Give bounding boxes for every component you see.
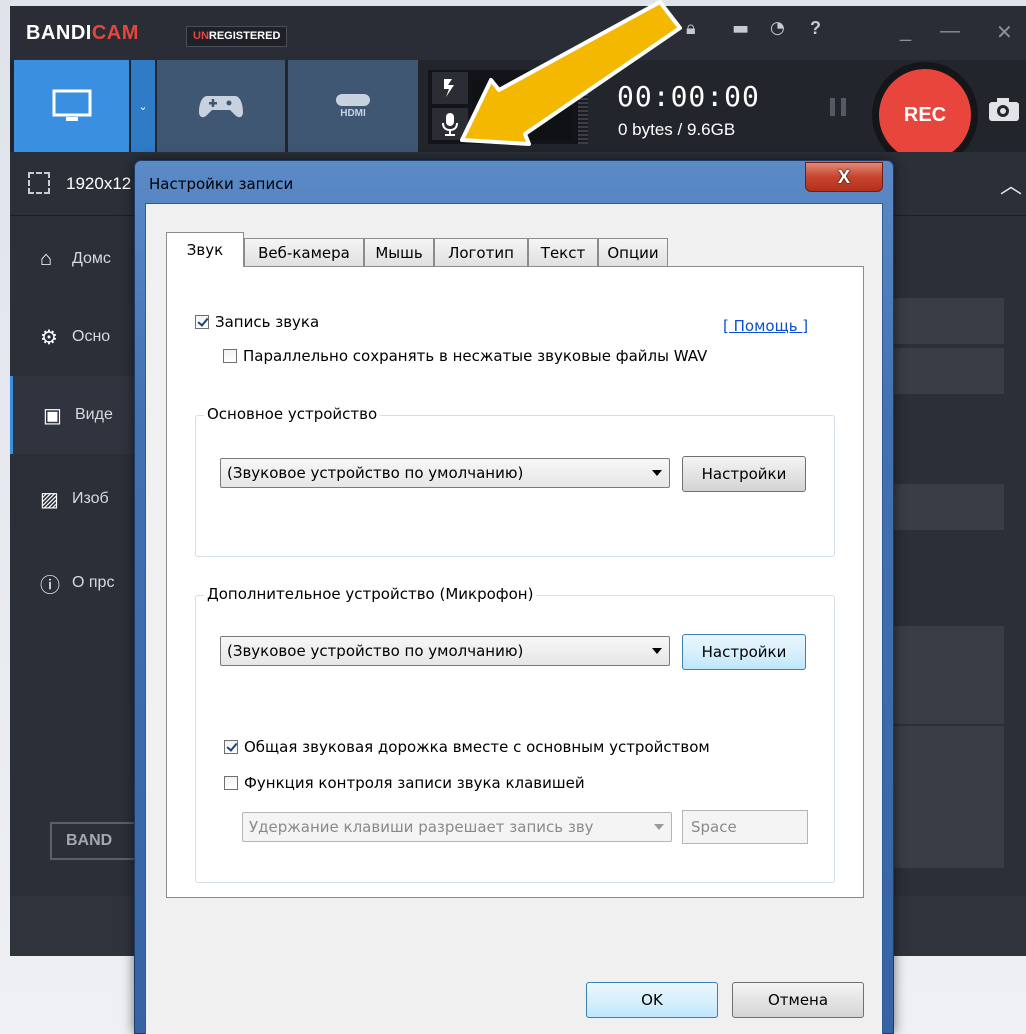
screen-mode-button[interactable] <box>14 60 129 152</box>
checkbox-unchecked-icon <box>223 349 237 363</box>
cancel-button[interactable]: Отмена <box>732 982 864 1018</box>
tab-sound[interactable]: Звук <box>166 232 244 267</box>
microphone-device-button[interactable] <box>432 108 468 140</box>
speaker-icon <box>444 79 454 97</box>
microphone-icon <box>442 113 458 136</box>
screenshot-root: BANDICAM UNREGISTERED 🔒︎ ▬ ◔ ? _ — ✕ ⌄ H… <box>0 0 1026 1034</box>
app-logo: BANDICAM <box>26 22 139 44</box>
lock-icon[interactable]: 🔒︎ <box>686 18 696 39</box>
content-row <box>892 822 1004 868</box>
hotkey-field[interactable]: Space <box>682 810 808 844</box>
hotkey-mode-select[interactable]: Удержание клавиши разрешает запись зву <box>242 812 672 842</box>
screenshot-camera-icon <box>989 98 1019 121</box>
clock-icon[interactable]: ◔ <box>770 18 785 38</box>
info-icon: ⓘ <box>40 574 60 597</box>
resolution-text: 1920x12 <box>66 174 132 193</box>
sidebar-item-label: Изоб <box>72 490 109 507</box>
sidebar-item-image[interactable]: ▨ Изоб <box>10 460 145 538</box>
folder-icon[interactable]: ▬ <box>732 18 749 39</box>
title-bar: BANDICAM UNREGISTERED 🔒︎ ▬ ◔ ? _ — ✕ <box>10 6 1026 60</box>
select-value: Удержание клавиши разрешает запись зву <box>249 818 594 836</box>
sound-tab-panel: Запись звука [ Помощь ] Параллельно сохр… <box>166 266 864 898</box>
record-sound-checkbox[interactable]: Запись звука <box>195 313 319 331</box>
dropdown-arrow-icon <box>654 824 664 830</box>
sidebar-item-video[interactable]: ▣ Виде <box>10 376 145 454</box>
pause-button[interactable] <box>830 98 846 116</box>
checkbox-label: Запись звука <box>215 313 320 331</box>
primary-device-select[interactable]: (Звуковое устройство по умолчанию) <box>220 458 670 488</box>
chevron-down-icon[interactable]: ⌄ <box>131 60 155 152</box>
dialog-close-button[interactable]: X <box>805 162 883 192</box>
primary-device-settings-button[interactable]: Настройки <box>682 456 806 492</box>
chevron-up-icon[interactable]: ︿ <box>1000 168 1022 200</box>
checkbox-checked-icon <box>195 315 209 329</box>
content-row <box>892 298 1004 344</box>
dropdown-arrow-icon <box>652 648 662 654</box>
sidebar-item-label: Осно <box>72 328 111 345</box>
checkbox-checked-icon <box>224 740 238 754</box>
content-row <box>892 626 1004 724</box>
tab-logo[interactable]: Логотип <box>434 238 528 266</box>
checkbox-label: Функция контроля записи звука клавишей <box>244 774 585 792</box>
record-settings-dialog: Настройки записи X Звук Веб-камера Мышь … <box>134 160 894 1034</box>
checkbox-label: Параллельно сохранять в несжатые звуковы… <box>243 347 708 365</box>
record-size: 0 bytes / 9.6GB <box>618 120 736 139</box>
mix-track-checkbox[interactable]: Общая звуковая дорожка вместе с основным… <box>224 738 710 756</box>
video-settings-icon: ▣ <box>43 404 62 427</box>
secondary-device-group: Дополнительное устройство (Микрофон) (Зв… <box>195 585 835 883</box>
sidebar-item-home[interactable]: ⌂ Домс <box>10 220 145 298</box>
secondary-device-legend: Дополнительное устройство (Микрофон) <box>204 585 537 603</box>
checkbox-unchecked-icon <box>224 776 238 790</box>
tab-webcam[interactable]: Веб-камера <box>244 238 364 266</box>
primary-device-group: Основное устройство (Звуковое устройство… <box>195 405 835 557</box>
content-row <box>892 484 1004 530</box>
help-link[interactable]: [ Помощь ] <box>723 317 808 335</box>
device-panel <box>428 70 578 144</box>
image-settings-icon: ▨ <box>40 488 59 511</box>
close-button[interactable]: ✕ <box>996 20 1013 45</box>
gamepad-icon <box>199 96 243 118</box>
secondary-device-settings-button[interactable]: Настройки <box>682 634 806 670</box>
unregistered-badge[interactable]: UNREGISTERED <box>186 26 288 47</box>
rec-label: REC <box>879 69 971 161</box>
home-icon: ⌂ <box>40 247 53 270</box>
device-preview <box>472 80 572 140</box>
sidebar-item-about[interactable]: ⓘ О прс <box>10 544 145 622</box>
game-mode-button[interactable] <box>157 60 285 152</box>
dropdown-arrow-icon <box>652 470 662 476</box>
select-value: (Звуковое устройство по умолчанию) <box>227 642 524 660</box>
monitor-icon <box>52 89 91 121</box>
sidebar-item-label: Домс <box>72 250 111 267</box>
camera-icon[interactable] <box>988 96 1020 129</box>
hotkey-control-checkbox[interactable]: Функция контроля записи звука клавишей <box>224 774 585 792</box>
hdmi-mode-button[interactable]: HDMI <box>288 60 418 152</box>
sidebar-item-general[interactable]: ⚙ Осно <box>10 298 145 376</box>
select-value: (Звуковое устройство по умолчанию) <box>227 464 524 482</box>
sidebar-item-label: О прс <box>72 574 115 591</box>
sidebar-item-label: Виде <box>75 406 113 423</box>
gear-icon: ⚙ <box>40 326 58 349</box>
restore-button[interactable]: — <box>940 20 960 43</box>
select-area-icon[interactable] <box>28 172 50 194</box>
help-icon[interactable]: ? <box>810 18 821 39</box>
checkbox-label: Общая звуковая дорожка вместе с основным… <box>244 738 710 756</box>
minimize-button[interactable]: _ <box>900 20 911 43</box>
speaker-device-button[interactable] <box>432 72 468 104</box>
content-row <box>892 726 1004 824</box>
audio-level-meter <box>578 70 588 144</box>
save-wav-checkbox[interactable]: Параллельно сохранять в несжатые звуковы… <box>223 347 707 365</box>
dialog-title: Настройки записи <box>149 175 294 193</box>
secondary-device-select[interactable]: (Звуковое устройство по умолчанию) <box>220 636 670 666</box>
hdmi-icon: HDMI <box>336 93 370 119</box>
tab-mouse[interactable]: Мышь <box>364 238 434 266</box>
ok-button[interactable]: OK <box>586 982 718 1018</box>
tab-text[interactable]: Текст <box>528 238 598 266</box>
record-timer: 00:00:00 <box>617 80 760 113</box>
content-panel <box>880 216 1026 956</box>
primary-device-legend: Основное устройство <box>204 405 381 423</box>
tab-options[interactable]: Опции <box>598 238 668 266</box>
mode-bar: ⌄ HDMI 00:00:00 0 bytes / 9.6GB REC <box>10 60 1026 168</box>
dialog-body: Звук Веб-камера Мышь Логотип Текст Опции… <box>145 203 883 1034</box>
content-row <box>892 348 1004 394</box>
